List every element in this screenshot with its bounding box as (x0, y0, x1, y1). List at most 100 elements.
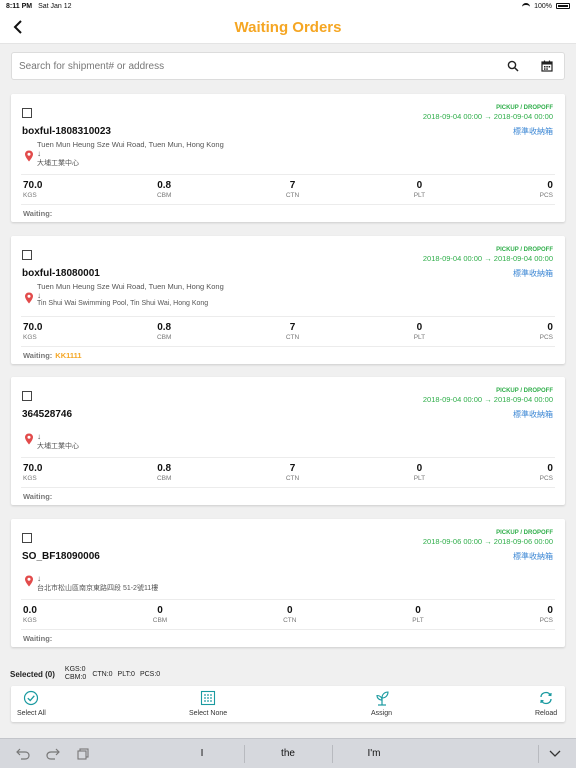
metric-plt: 0 PLT (412, 605, 423, 627)
pickup-date-range: 2018-09-06 00:00 → 2018-09-06 00:00 (422, 537, 553, 546)
search-bar (11, 52, 565, 80)
waiting-status: Waiting: (23, 634, 55, 643)
container-type-link[interactable]: 標準收納箱 (513, 409, 553, 420)
suggestion-separator (332, 745, 333, 763)
arrow-down-icon: ↓ (37, 574, 41, 583)
metric-value: 0 (547, 605, 553, 616)
container-type-link[interactable]: 標準收納箱 (513, 126, 553, 137)
metric-unit: PLT (413, 192, 426, 199)
metric-pcs: 0 PCS (540, 463, 553, 485)
assign-button[interactable]: Assign (371, 690, 392, 717)
order-checkbox[interactable] (22, 108, 32, 118)
card-divider (21, 316, 555, 317)
page-title: Waiting Orders (234, 19, 342, 36)
order-checkbox[interactable] (22, 533, 32, 543)
metric-unit: PCS (539, 334, 553, 341)
waiting-status: Waiting: (23, 209, 55, 218)
undo-icon (16, 748, 30, 760)
order-card[interactable]: SO_BF18090006 PICKUP / DROPOFF 2018-09-0… (11, 519, 565, 647)
order-checkbox[interactable] (22, 391, 32, 401)
metric-value: 0 (547, 180, 553, 191)
status-bar: 8:11 PM Sat Jan 12 100% (0, 0, 576, 12)
selected-ctn: CTN:0 (92, 670, 113, 678)
metric-value: 7 (289, 322, 296, 333)
calendar-icon (541, 60, 553, 72)
order-card[interactable]: 364528746 PICKUP / DROPOFF 2018-09-04 00… (11, 377, 565, 505)
dismiss-keyboard-button[interactable] (548, 747, 562, 761)
pickup-date-range: 2018-09-04 00:00 → 2018-09-04 00:00 (422, 112, 553, 121)
metric-cbm: 0.8 CBM (157, 463, 171, 485)
metric-cbm: 0.8 CBM (157, 322, 171, 344)
arrow-down-icon: ↓ (37, 432, 41, 441)
pickup-dropoff-label: PICKUP / DROPOFF (496, 247, 553, 253)
order-metrics: 70.0 KGS 0.8 CBM 7 CTN 0 PLT 0 PCS (23, 463, 553, 485)
metric-value: 0 (416, 322, 423, 333)
metric-pcs: 0 PCS (540, 322, 553, 344)
order-card[interactable]: boxful-18080001 PICKUP / DROPOFF 2018-09… (11, 236, 565, 364)
order-id: boxful-18080001 (22, 268, 100, 279)
metric-kgs: 70.0 KGS (23, 322, 42, 344)
metric-unit: PLT (413, 334, 426, 341)
order-id: SO_BF18090006 (22, 551, 100, 562)
search-input[interactable] (19, 55, 504, 77)
metric-value: 0 (547, 322, 553, 333)
metric-value: 0.0 (23, 605, 37, 616)
container-type-link[interactable]: 標準收納箱 (513, 551, 553, 562)
metric-unit: PLT (412, 617, 424, 624)
metric-ctn: 7 CTN (286, 463, 299, 485)
waiting-tag: KK1111 (55, 351, 82, 360)
select-all-button[interactable]: Select All (17, 690, 46, 717)
selected-cbm: CBM:0 (64, 674, 87, 681)
metric-ctn: 7 CTN (286, 180, 299, 202)
metric-unit: CBM (156, 475, 172, 482)
redo-button[interactable] (46, 747, 60, 761)
selected-kgs: KGS:0 (64, 666, 86, 673)
suggestion-1[interactable]: I (172, 748, 232, 759)
battery-percent: 100% (534, 2, 552, 10)
reload-button[interactable]: Reload (535, 690, 557, 717)
location-pin-icon (25, 575, 33, 587)
select-all-label: Select All (17, 710, 46, 717)
undo-button[interactable] (16, 747, 30, 761)
metric-unit: CTN (283, 617, 297, 624)
metric-unit: PCS (539, 617, 553, 624)
metric-value: 0 (286, 605, 293, 616)
metric-plt: 0 PLT (414, 322, 425, 344)
nav-bar: Waiting Orders (0, 12, 576, 44)
grid-icon (200, 690, 216, 706)
pickup-dropoff-label: PICKUP / DROPOFF (496, 388, 553, 394)
search-button[interactable] (504, 57, 522, 75)
container-type-link[interactable]: 標準收納箱 (513, 268, 553, 279)
card-divider (21, 174, 555, 175)
selected-plt: PLT:0 (117, 670, 135, 678)
metric-value: 0 (547, 463, 553, 474)
order-card[interactable]: boxful-1808310023 PICKUP / DROPOFF 2018-… (11, 94, 565, 222)
order-checkbox[interactable] (22, 250, 32, 260)
location-pin-icon (25, 150, 33, 162)
action-toolbar: Select All Select None Assign Reload (11, 686, 565, 722)
suggestion-separator (244, 745, 245, 763)
waiting-status: Waiting: KK1111 (23, 351, 82, 360)
card-divider (21, 346, 555, 347)
status-time: 8:11 PM (6, 2, 33, 10)
metric-ctn: 7 CTN (286, 322, 299, 344)
select-none-button[interactable]: Select None (189, 690, 227, 717)
metric-cbm: 0 CBM (153, 605, 167, 627)
pickup-dropoff-label: PICKUP / DROPOFF (496, 105, 553, 111)
paste-button[interactable] (76, 747, 90, 761)
metric-unit: CBM (156, 334, 172, 341)
selected-weight-volume: KGS:0 CBM:0 (65, 666, 86, 682)
suggestion-2[interactable]: the (258, 748, 318, 759)
card-divider (21, 457, 555, 458)
order-id: boxful-1808310023 (22, 126, 111, 137)
status-date: Sat Jan 12 (38, 2, 72, 10)
calendar-button[interactable] (538, 57, 556, 75)
suggestion-3[interactable]: I'm (344, 748, 404, 759)
metric-unit: PLT (413, 475, 426, 482)
search-icon (507, 60, 519, 72)
wifi-icon (522, 3, 531, 9)
arrow-down-icon: ↓ (37, 291, 41, 300)
metric-value: 7 (289, 180, 296, 191)
select-none-label: Select None (189, 710, 228, 717)
metric-value: 0 (157, 605, 163, 616)
